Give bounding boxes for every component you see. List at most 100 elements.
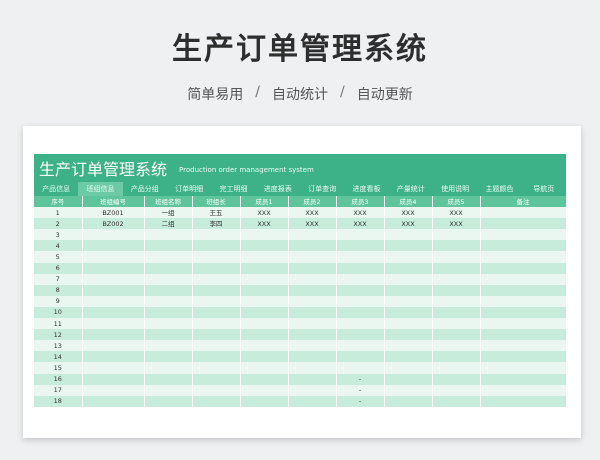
table-cell[interactable] <box>480 262 566 274</box>
table-cell[interactable] <box>82 251 145 263</box>
table-cell[interactable] <box>432 273 481 285</box>
table-cell[interactable]: - <box>336 373 385 385</box>
table-cell[interactable] <box>384 318 433 330</box>
table-cell[interactable] <box>192 395 241 407</box>
table-cell[interactable] <box>480 329 566 341</box>
tab-5[interactable]: 进度报表 <box>256 182 300 196</box>
table-cell[interactable]: - <box>336 384 385 396</box>
table-cell[interactable] <box>480 251 566 263</box>
table-cell[interactable] <box>384 295 433 307</box>
table-cell[interactable] <box>144 351 193 363</box>
table-cell[interactable] <box>192 384 241 396</box>
table-cell[interactable]: XXX <box>240 218 289 230</box>
table-cell[interactable]: 2 <box>34 218 83 230</box>
table-cell[interactable] <box>240 295 289 307</box>
table-cell[interactable]: 二组 <box>144 218 193 230</box>
table-cell[interactable]: XXX <box>288 207 337 219</box>
tab-0[interactable]: 产品信息 <box>34 182 78 196</box>
tab-10[interactable]: 主题颜色 <box>477 182 521 196</box>
column-header[interactable]: 班组长 <box>192 196 241 208</box>
table-cell[interactable]: 王五 <box>192 207 241 219</box>
table-cell[interactable]: BZ002 <box>82 218 145 230</box>
table-cell[interactable]: 8 <box>34 284 83 296</box>
table-cell[interactable] <box>432 329 481 341</box>
table-cell[interactable] <box>192 295 241 307</box>
table-cell[interactable] <box>192 240 241 252</box>
table-cell[interactable]: 3 <box>34 229 83 241</box>
table-cell[interactable] <box>432 340 481 352</box>
table-cell[interactable] <box>144 251 193 263</box>
column-header[interactable]: 成员3 <box>336 196 385 208</box>
table-cell[interactable] <box>432 384 481 396</box>
table-cell[interactable] <box>288 362 337 374</box>
table-cell[interactable] <box>432 306 481 319</box>
column-header[interactable]: 序号 <box>34 196 83 208</box>
table-cell[interactable] <box>144 306 193 319</box>
table-cell[interactable]: XXX <box>432 207 481 219</box>
table-cell[interactable]: XXX <box>336 207 385 219</box>
table-cell[interactable] <box>82 273 145 285</box>
column-header[interactable]: 成员4 <box>384 196 433 208</box>
table-cell[interactable]: XXX <box>288 218 337 230</box>
table-cell[interactable] <box>480 218 566 230</box>
table-cell[interactable] <box>82 229 145 241</box>
table-cell[interactable] <box>288 284 337 296</box>
table-cell[interactable] <box>480 273 566 285</box>
table-cell[interactable] <box>384 384 433 396</box>
table-cell[interactable] <box>480 306 566 319</box>
table-cell[interactable]: 15 <box>34 362 83 374</box>
table-cell[interactable] <box>240 340 289 352</box>
tab-6[interactable]: 订单查询 <box>300 182 344 196</box>
tab-2[interactable]: 产品分组 <box>123 182 167 196</box>
table-cell[interactable] <box>240 284 289 296</box>
table-cell[interactable]: 13 <box>34 340 83 352</box>
table-cell[interactable] <box>144 340 193 352</box>
table-cell[interactable] <box>240 251 289 263</box>
table-cell[interactable] <box>82 329 145 341</box>
table-cell[interactable] <box>480 384 566 396</box>
table-cell[interactable] <box>480 318 566 330</box>
table-cell[interactable]: XXX <box>240 207 289 219</box>
table-cell[interactable] <box>82 240 145 252</box>
tab-4[interactable]: 完工明细 <box>211 182 255 196</box>
table-cell[interactable] <box>480 240 566 252</box>
table-cell[interactable] <box>432 373 481 385</box>
tab-3[interactable]: 订单明细 <box>167 182 211 196</box>
table-cell[interactable] <box>336 329 385 341</box>
table-cell[interactable] <box>432 262 481 274</box>
table-cell[interactable]: 11 <box>34 318 83 330</box>
table-cell[interactable] <box>192 362 241 374</box>
tab-9[interactable]: 使用说明 <box>433 182 477 196</box>
table-cell[interactable] <box>480 351 566 363</box>
table-cell[interactable] <box>480 340 566 352</box>
table-cell[interactable] <box>144 373 193 385</box>
table-cell[interactable]: 17 <box>34 384 83 396</box>
table-cell[interactable] <box>192 229 241 241</box>
table-cell[interactable] <box>288 318 337 330</box>
table-cell[interactable] <box>82 306 145 319</box>
table-cell[interactable] <box>144 329 193 341</box>
table-cell[interactable] <box>432 351 481 363</box>
table-cell[interactable] <box>288 262 337 274</box>
table-cell[interactable] <box>82 373 145 385</box>
table-cell[interactable]: BZ001 <box>82 207 145 219</box>
table-cell[interactable] <box>144 229 193 241</box>
table-cell[interactable] <box>336 306 385 319</box>
table-cell[interactable] <box>336 273 385 285</box>
table-cell[interactable] <box>432 229 481 241</box>
table-cell[interactable]: 李四 <box>192 218 241 230</box>
table-cell[interactable]: 7 <box>34 273 83 285</box>
table-cell[interactable] <box>288 295 337 307</box>
table-cell[interactable] <box>288 306 337 319</box>
table-cell[interactable] <box>432 395 481 407</box>
table-cell[interactable] <box>240 240 289 252</box>
table-cell[interactable] <box>144 262 193 274</box>
table-cell[interactable] <box>144 240 193 252</box>
table-cell[interactable] <box>192 284 241 296</box>
table-cell[interactable] <box>480 229 566 241</box>
table-cell[interactable] <box>432 318 481 330</box>
table-cell[interactable] <box>432 284 481 296</box>
table-cell[interactable] <box>336 229 385 241</box>
table-cell[interactable] <box>288 240 337 252</box>
table-cell[interactable] <box>240 362 289 374</box>
